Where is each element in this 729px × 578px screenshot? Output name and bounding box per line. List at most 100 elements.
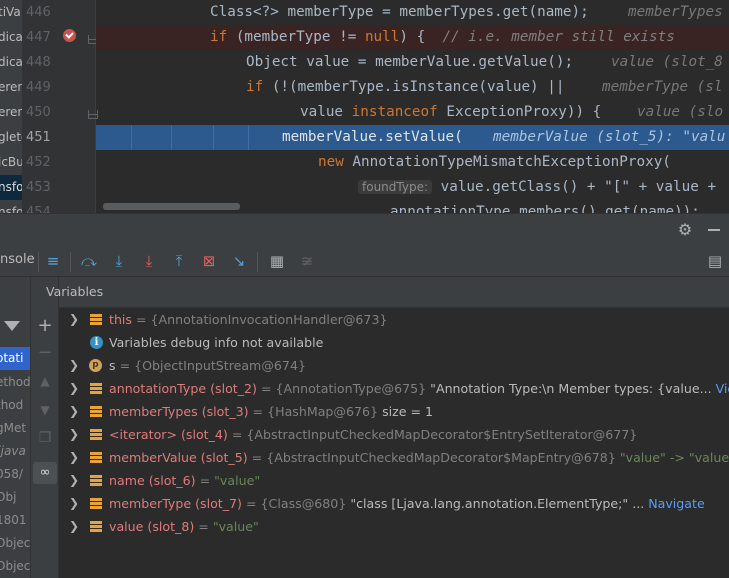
frame-item[interactable]: Obj [0,486,30,509]
variable-row[interactable]: ❯ memberValue (slot_5) = {AbstractInputC… [59,446,729,469]
field-icon [90,521,102,532]
frame-item-selected[interactable]: otati [0,347,30,370]
code-line-448[interactable]: Object value = memberValue.getValue(); v… [96,50,729,75]
project-tree-item[interactable]: eren [0,75,22,100]
toolbar-divider [257,252,258,272]
frame-item[interactable]: 058/ [0,463,30,486]
variable-ref: = [194,519,213,534]
project-tree-item[interactable]: tiVa [0,0,22,25]
variable-ref: = {HashMap@676} [248,404,383,419]
code-line-453[interactable]: foundType: value.getClass() + "[" + valu… [96,175,729,200]
move-down-icon[interactable]: ▼ [36,401,54,419]
code-line-452[interactable]: new AnnotationTypeMismatchExceptionProxy… [96,150,729,175]
variable-row[interactable]: ❯ p s = {ObjectInputStream@674} [59,354,729,377]
project-tree-item[interactable]: dica [0,25,22,50]
expand-chevron-icon[interactable]: ❯ [68,469,80,492]
variable-row[interactable]: ❯ name (slot_6) = "value" [59,469,729,492]
remove-watch-icon[interactable]: − [36,344,54,362]
expand-chevron-icon[interactable]: ❯ [68,423,80,446]
force-step-into-icon[interactable]: ⤓ [140,252,158,270]
minimize-icon[interactable] [708,229,720,231]
project-tree-item[interactable]: eren [0,100,22,125]
keyword: null [364,29,400,45]
variable-row[interactable]: ❯ memberType (slot_7) = {Class@680} "cla… [59,492,729,515]
frame-item[interactable]: gMet [0,417,30,440]
expand-chevron-icon[interactable]: ❯ [68,377,80,400]
field-icon [90,498,102,509]
variable-value: "value" [212,519,259,534]
variable-row[interactable]: ❯ this = {AnnotationInvocationHandler@67… [59,308,729,331]
horizontal-scrollbar[interactable] [103,203,240,210]
variable-value: = {ObjectInputStream@674} [115,358,306,373]
show-execution-point-icon[interactable]: ≡ [44,252,62,270]
debug-toolbar: nsole ≡ ⤼ ⤓ ⤓ ⤒ ⊠ ↘ ▦ ≆ ▤ [0,246,729,277]
variable-ref: = [195,473,215,488]
move-up-icon[interactable]: ▲ [36,372,54,390]
toolbar-divider [38,252,39,272]
code-text: memberValue.setValue( [282,129,463,145]
line-number: 449 [26,80,51,95]
expand-chevron-icon[interactable]: ❯ [68,446,80,469]
frame-item[interactable]: Object [0,532,30,555]
expand-chevron-icon[interactable]: ❯ [68,354,80,377]
variable-value: "value" [214,473,261,488]
run-to-cursor-icon[interactable]: ↘ [230,252,248,270]
frame-item[interactable]: 1801 [0,509,30,532]
code-line-446[interactable]: Class<?> memberType = memberTypes.get(na… [96,0,729,25]
frame-item[interactable]: (java [0,440,30,463]
variable-row[interactable]: ❯ annotationType (slot_2) = {AnnotationT… [59,377,729,400]
navigate-link[interactable]: Navigate [644,496,705,511]
view-link[interactable]: View [712,381,729,396]
field-icon [90,475,102,486]
tab-console[interactable]: nsole [0,252,35,267]
frames-panel[interactable]: otati ethod thod gMet (java 058/ Obj 180… [0,277,30,578]
trace-current-stream-icon[interactable]: ≆ [298,252,316,270]
code-editor[interactable]: tiVa dica dica eren eren gleto icBu nsfo… [0,0,729,213]
frame-item[interactable]: thod [0,394,30,417]
variable-row[interactable]: ❯ value (slot_8) = "value" [59,515,729,538]
variable-name: memberType (slot_7) [109,496,242,511]
inline-value-hint: memberValue (slot_5): "valu [493,129,726,145]
step-out-icon[interactable]: ⤒ [170,252,188,270]
step-over-icon[interactable]: ⤼ [80,252,98,270]
expand-chevron-icon[interactable]: ❯ [68,492,80,515]
variable-row[interactable]: ❯ memberTypes (slot_3) = {HashMap@676} s… [59,400,729,423]
duplicate-watch-icon[interactable]: ❐ [36,429,54,447]
variable-name: <iterator> (slot_4) [109,427,228,442]
gear-icon[interactable]: ⚙ [677,222,693,238]
drop-frame-icon[interactable]: ⊠ [200,252,218,270]
breakpoint-icon[interactable] [63,29,76,42]
filter-icon[interactable] [4,321,20,331]
code-line-450[interactable]: value instanceof ExceptionProxy)) { valu… [96,100,729,125]
project-tree-item-selected[interactable]: nsfo [0,175,22,200]
variables-header: Variables [46,277,729,308]
expand-chevron-icon[interactable]: ❯ [68,515,80,538]
code-text: Class<?> memberType = memberTypes.get(na… [210,4,589,20]
toolbar-divider [70,252,71,272]
code-text: value [300,104,352,120]
project-tree-item[interactable]: icBu [0,150,22,175]
layout-settings-icon[interactable]: ▤ [706,252,724,270]
project-tree-item[interactable]: nsfo [0,200,22,213]
frame-item[interactable]: ethod [0,371,30,394]
variable-name: this [109,312,132,327]
code-text: value.getClass() + "[" + value + [432,179,717,195]
variable-row[interactable]: ❯ <iterator> (slot_4) = {AbstractInputCh… [59,423,729,446]
show-watches-icon[interactable]: ∞ [33,462,57,484]
step-into-icon[interactable]: ⤓ [110,252,128,270]
field-icon [90,452,102,463]
parameter-icon: p [89,359,102,372]
frame-item[interactable]: Objec [0,555,30,578]
add-watch-icon[interactable]: + [36,317,54,335]
code-line-449[interactable]: if (!(memberType.isInstance(value) || me… [96,75,729,100]
expand-chevron-icon[interactable]: ❯ [68,400,80,423]
project-tree-item[interactable]: dica [0,50,22,75]
project-tree-strip[interactable]: tiVa dica dica eren eren gleto icBu nsfo… [0,0,22,213]
expand-chevron-icon[interactable]: ❯ [68,308,80,331]
evaluate-expression-icon[interactable]: ▦ [268,252,286,270]
project-tree-item[interactable]: gleto [0,125,22,150]
inline-value-hint: value (slo [637,104,724,120]
code-line-451-execution-point[interactable]: memberValue.setValue( memberValue (slot_… [96,125,729,150]
info-message: Variables debug info not available [109,335,324,350]
code-line-447[interactable]: if (memberType != null) { // i.e. member… [96,25,729,50]
